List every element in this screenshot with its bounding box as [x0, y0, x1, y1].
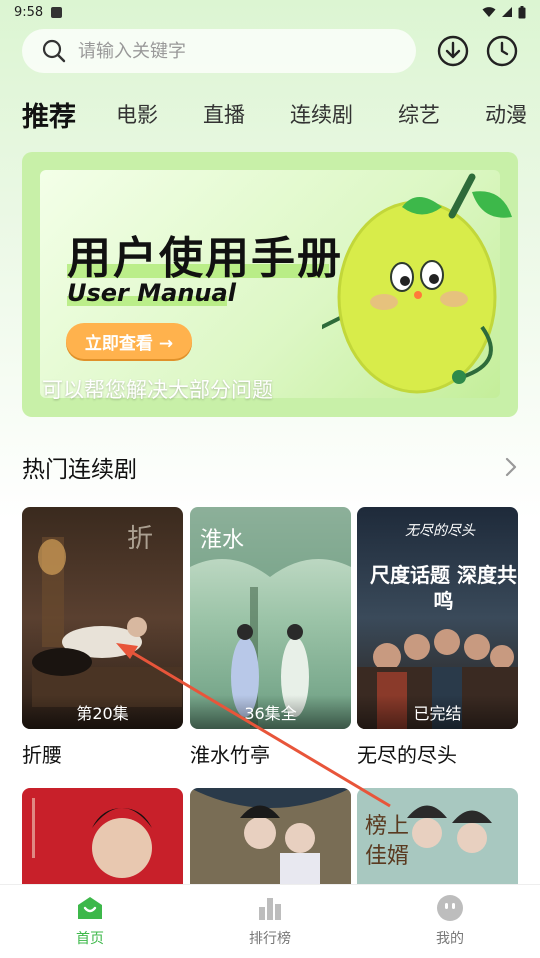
- drama-title[interactable]: 折腰: [22, 739, 183, 768]
- view-now-button[interactable]: 立即查看 →: [66, 323, 192, 359]
- nav-profile[interactable]: 我的: [360, 885, 540, 958]
- episode-badge: 已完结: [357, 695, 518, 729]
- search-bar[interactable]: [22, 29, 416, 73]
- episode-badge: 36集全: [190, 695, 351, 729]
- profile-icon: [437, 895, 463, 921]
- episode-badge: 第20集: [22, 695, 183, 729]
- banner-caption: 可以帮您解决大部分问题: [42, 378, 273, 402]
- nav-home[interactable]: 首页: [0, 885, 180, 958]
- nav-label: 首页: [76, 931, 104, 947]
- tab-anime[interactable]: 动漫: [485, 99, 527, 129]
- notification-icon: [51, 6, 63, 18]
- history-clock-icon[interactable]: [486, 35, 518, 67]
- drama-title[interactable]: 无尽的尽头: [357, 739, 518, 768]
- drama-poster-4[interactable]: [22, 788, 183, 888]
- poster-image: [22, 788, 183, 888]
- svg-text:折: 折: [127, 524, 153, 554]
- section-title: 热门连续剧: [22, 457, 137, 483]
- nav-label: 我的: [436, 931, 464, 947]
- banner-subtitle: User Manual: [67, 279, 236, 307]
- tab-series[interactable]: 连续剧: [290, 99, 353, 129]
- banner-title: 用户使用手册: [67, 233, 343, 284]
- drama-card-1[interactable]: 折 第20集 折腰: [22, 507, 183, 768]
- home-icon: [78, 897, 102, 919]
- drama-poster-3[interactable]: 无尽的尽头 尺度话题 深度共鸣 已完结: [357, 507, 518, 729]
- status-time: 9:58: [14, 4, 44, 20]
- svg-text:无尽的尽头: 无尽的尽头: [405, 523, 476, 539]
- poster-slogan: 尺度话题 深度共鸣: [370, 563, 517, 613]
- tab-recommend[interactable]: 推荐: [22, 95, 76, 134]
- battery-icon: [518, 5, 526, 18]
- poster-image: 榜上 佳婿: [357, 788, 518, 888]
- drama-title[interactable]: 淮水竹亭: [190, 739, 351, 768]
- drama-poster-5[interactable]: [190, 788, 351, 888]
- status-bar: 9:58: [0, 0, 540, 24]
- bottom-navigation: 首页 排行榜 我的: [0, 884, 540, 958]
- search-row: [22, 29, 522, 73]
- lemon-mascot-icon: [322, 173, 512, 394]
- svg-text:榜上: 榜上: [365, 814, 409, 839]
- drama-card-3[interactable]: 无尽的尽头 尺度话题 深度共鸣 已完结 无尽的尽头: [357, 507, 518, 768]
- chevron-right-icon[interactable]: [504, 456, 518, 478]
- drama-poster-1[interactable]: 折 第20集: [22, 507, 183, 729]
- signal-icon: [502, 7, 512, 17]
- category-tabs: 推荐 电影 直播 连续剧 综艺 动漫: [22, 92, 540, 136]
- search-icon: [42, 39, 66, 63]
- download-icon[interactable]: [437, 35, 469, 67]
- poster-image: [190, 788, 351, 888]
- svg-text:淮水: 淮水: [200, 528, 244, 553]
- tab-movie[interactable]: 电影: [116, 99, 158, 129]
- drama-card-2[interactable]: 淮水 36集全 淮水竹亭: [190, 507, 351, 768]
- nav-label: 排行榜: [249, 931, 291, 947]
- svg-text:佳婿: 佳婿: [365, 844, 409, 869]
- hot-series-header[interactable]: 热门连续剧: [22, 450, 518, 484]
- tab-variety[interactable]: 综艺: [398, 99, 440, 129]
- tab-live[interactable]: 直播: [203, 99, 245, 129]
- ranking-icon: [259, 898, 281, 920]
- drama-poster-2[interactable]: 淮水 36集全: [190, 507, 351, 729]
- drama-poster-6[interactable]: 榜上 佳婿: [357, 788, 518, 888]
- search-input[interactable]: [78, 40, 378, 62]
- user-manual-banner[interactable]: 用户使用手册 User Manual 立即查看 → 可以帮您解决大部分问题: [22, 152, 518, 417]
- wifi-icon: [482, 7, 496, 17]
- nav-ranking[interactable]: 排行榜: [180, 885, 360, 958]
